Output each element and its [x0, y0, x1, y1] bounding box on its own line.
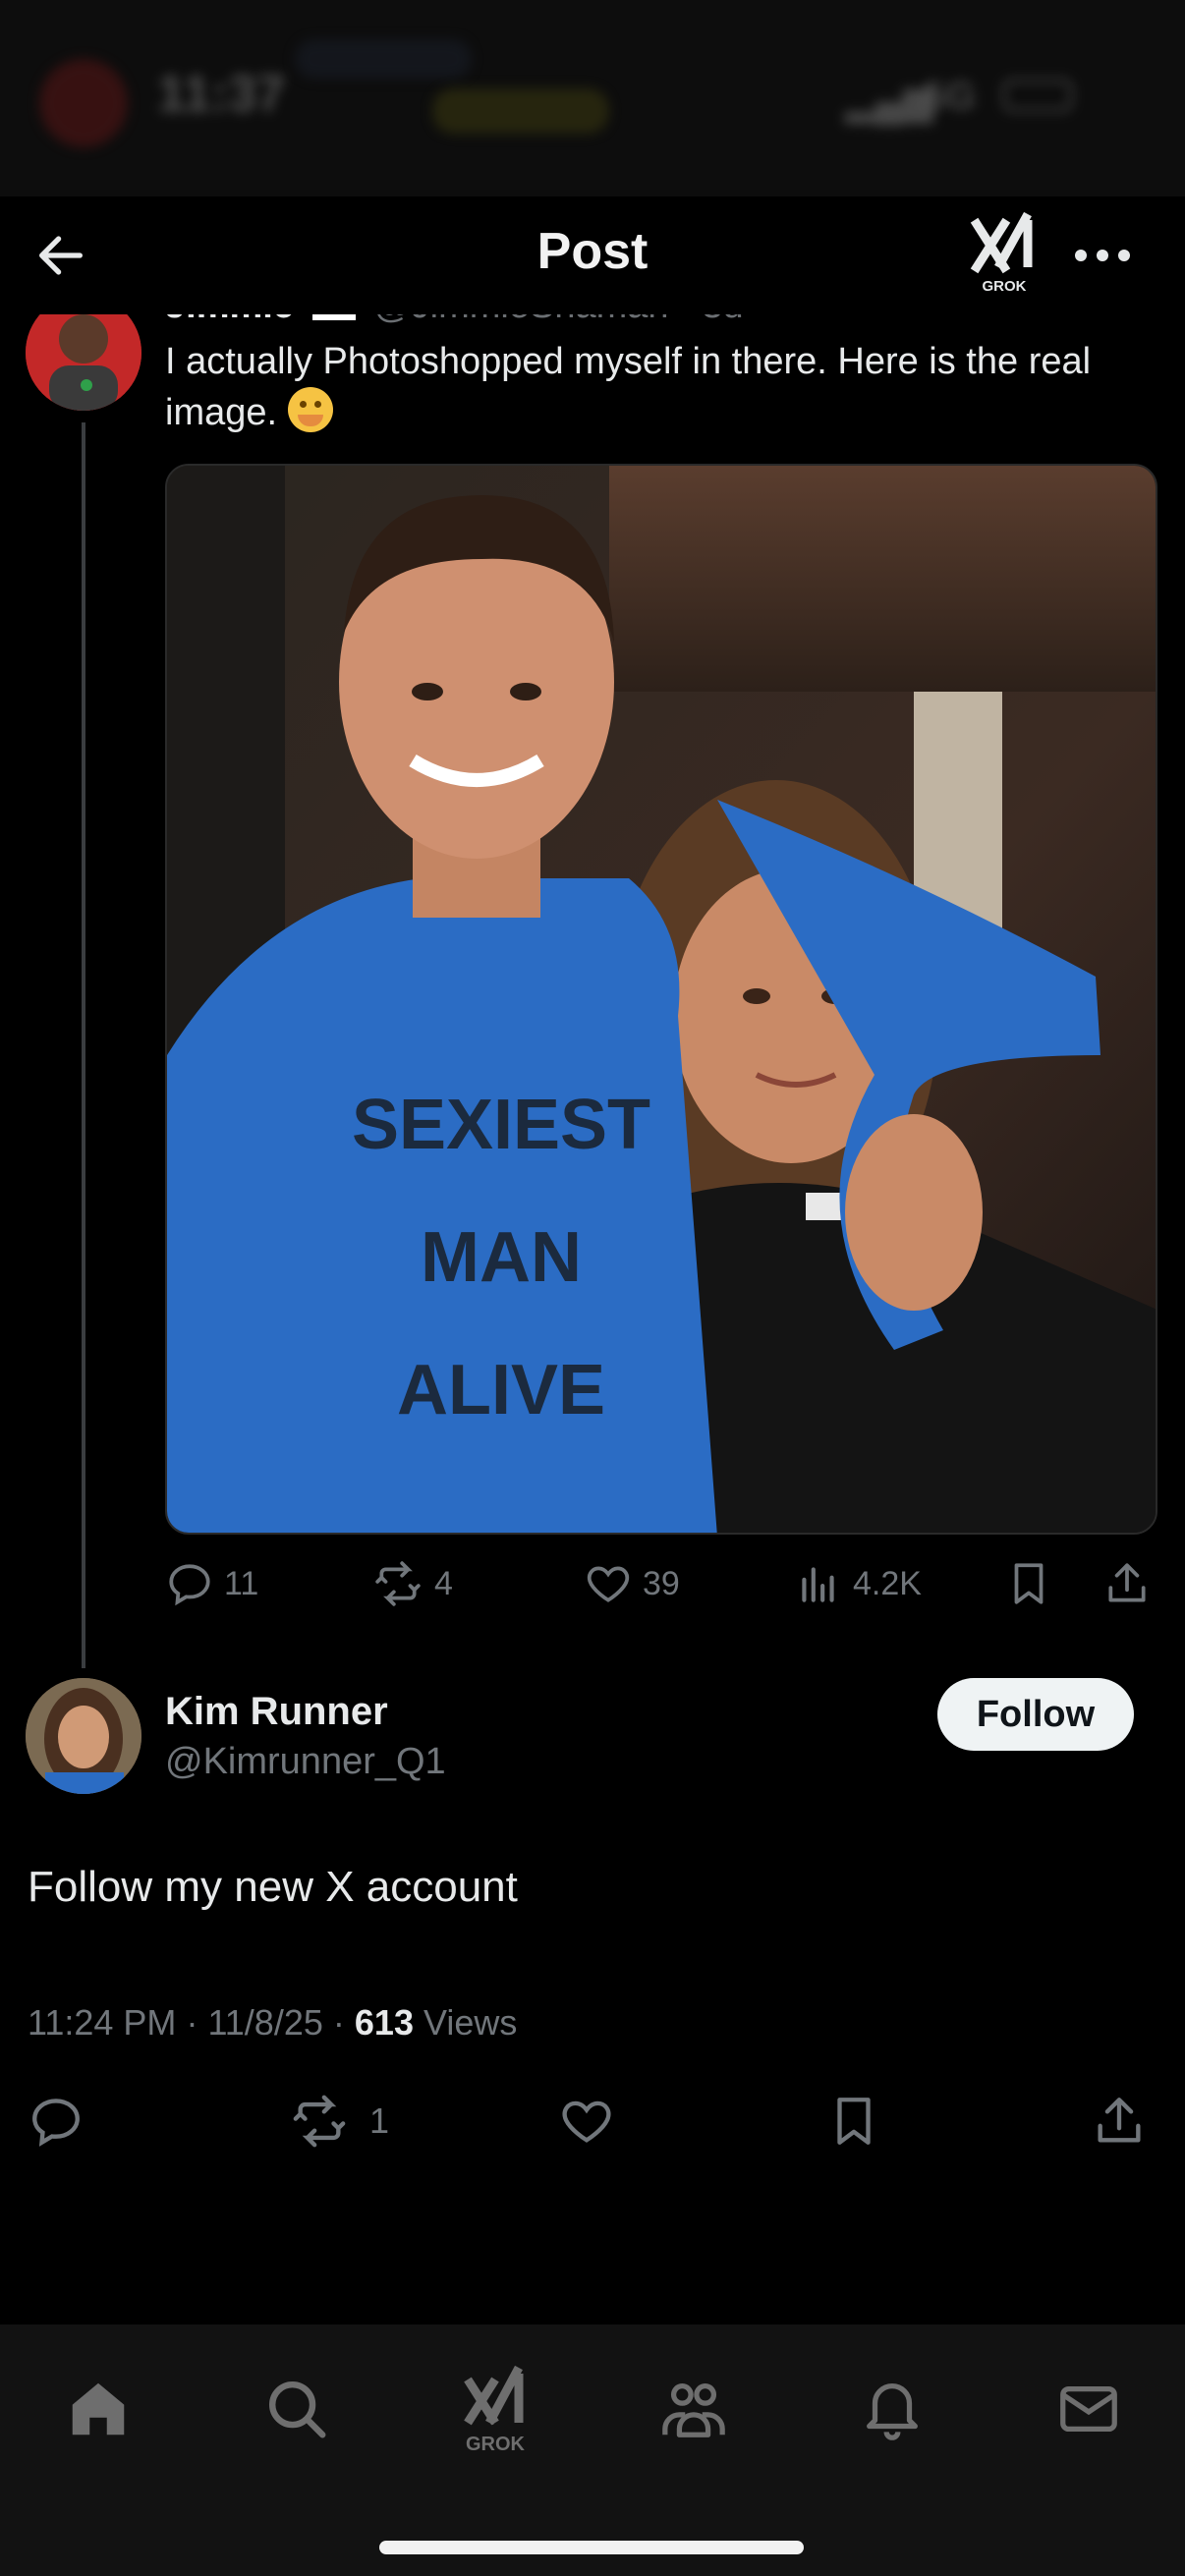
parent-actions: 11 4 39 4.2K: [165, 1552, 1157, 1615]
thread-line: [82, 422, 85, 1668]
nav-home[interactable]: [49, 2360, 147, 2458]
svg-text:GROK: GROK: [983, 278, 1027, 295]
search-icon: [269, 2381, 326, 2438]
separator-dot: ·: [332, 2002, 355, 2043]
repost-button[interactable]: 4: [371, 1552, 453, 1615]
communities-icon: [662, 2383, 725, 2437]
shirt-text-line-2: MAN: [421, 1218, 582, 1297]
more-icon: [1075, 250, 1130, 261]
grok-icon: GROK: [464, 2365, 526, 2455]
repost-count: 1: [369, 2100, 390, 2141]
post-timestamp: 11:24 PM · 11/8/25 · 613 Views: [28, 2002, 517, 2044]
post-header: Post GROK: [0, 196, 1185, 314]
repost-icon: [293, 2095, 346, 2148]
main-actions: 1: [0, 2087, 1185, 2156]
status-blob: [39, 59, 128, 147]
reply-button[interactable]: 11: [165, 1552, 258, 1615]
views-label: Views: [423, 2002, 518, 2043]
battery-icon: [1002, 79, 1073, 112]
bookmark-button[interactable]: [825, 2087, 892, 2156]
status-time: 11:37: [157, 66, 286, 123]
views-count: 4.2K: [853, 1564, 922, 1602]
repost-button[interactable]: 1: [289, 2087, 389, 2156]
grok-button[interactable]: GROK: [965, 210, 1044, 295]
parent-post-text: I actually Photoshopped myself in there.…: [165, 336, 1157, 438]
reply-post-text: Follow my new X account: [28, 1863, 518, 1911]
svg-text:GROK: GROK: [466, 2434, 526, 2455]
like-icon: [587, 1566, 630, 1602]
reply-author-name[interactable]: Kim Runner: [165, 1690, 388, 1734]
views-icon: [802, 1567, 834, 1602]
bookmark-icon: [837, 2098, 871, 2145]
nav-notifications[interactable]: [843, 2360, 941, 2458]
signal-icon: ▂▄▆: [845, 80, 933, 123]
bookmark-button[interactable]: [1004, 1552, 1063, 1615]
like-icon: [562, 2100, 611, 2143]
grok-icon: GROK: [970, 211, 1033, 295]
post-date: 11/8/25: [207, 2002, 323, 2043]
status-blob: [295, 39, 472, 79]
network-label: 5G: [924, 75, 977, 118]
like-count: 39: [643, 1564, 680, 1602]
reply-button[interactable]: [28, 2087, 94, 2156]
share-icon: [1108, 1563, 1146, 1602]
home-indicator[interactable]: [379, 2541, 804, 2554]
post-image[interactable]: SEXIEST MAN ALIVE: [165, 464, 1157, 1535]
more-button[interactable]: [1063, 226, 1142, 285]
share-icon: [1098, 2098, 1141, 2143]
home-icon: [72, 2382, 125, 2436]
shirt-text-line-3: ALIVE: [397, 1351, 605, 1429]
share-button[interactable]: [1102, 1552, 1161, 1615]
nav-communities[interactable]: [645, 2360, 743, 2458]
repost-icon: [375, 1561, 421, 1606]
like-button[interactable]: [558, 2087, 625, 2156]
nav-messages[interactable]: [1040, 2360, 1138, 2458]
messages-icon: [1060, 2385, 1117, 2433]
bottom-nav: GROK: [0, 2324, 1185, 2576]
nav-grok[interactable]: GROK: [446, 2360, 544, 2458]
reply-avatar[interactable]: [26, 1678, 141, 1794]
reply-author-handle[interactable]: @Kimrunner_Q1: [165, 1741, 446, 1783]
repost-count: 4: [434, 1564, 453, 1602]
reply-icon: [32, 2099, 80, 2147]
face-with-hand-over-mouth-emoji: [287, 387, 333, 432]
reply-count: 11: [224, 1564, 259, 1602]
status-bar: 11:37 ▂▄▆ 5G: [0, 0, 1185, 196]
share-button[interactable]: [1091, 2087, 1157, 2156]
like-button[interactable]: 39: [584, 1552, 680, 1615]
bookmark-icon: [1014, 1563, 1044, 1604]
shirt-text-line-1: SEXIEST: [352, 1086, 650, 1164]
post-time: 11:24 PM: [28, 2002, 177, 2043]
status-blob: [432, 88, 609, 134]
views-count: 613: [354, 2002, 414, 2043]
notifications-icon: [867, 2383, 918, 2440]
follow-button[interactable]: Follow: [937, 1678, 1134, 1751]
nav-search[interactable]: [248, 2360, 346, 2458]
views-button[interactable]: 4.2K: [794, 1552, 922, 1615]
separator-dot: ·: [186, 2002, 208, 2043]
reply-icon: [169, 1564, 210, 1606]
